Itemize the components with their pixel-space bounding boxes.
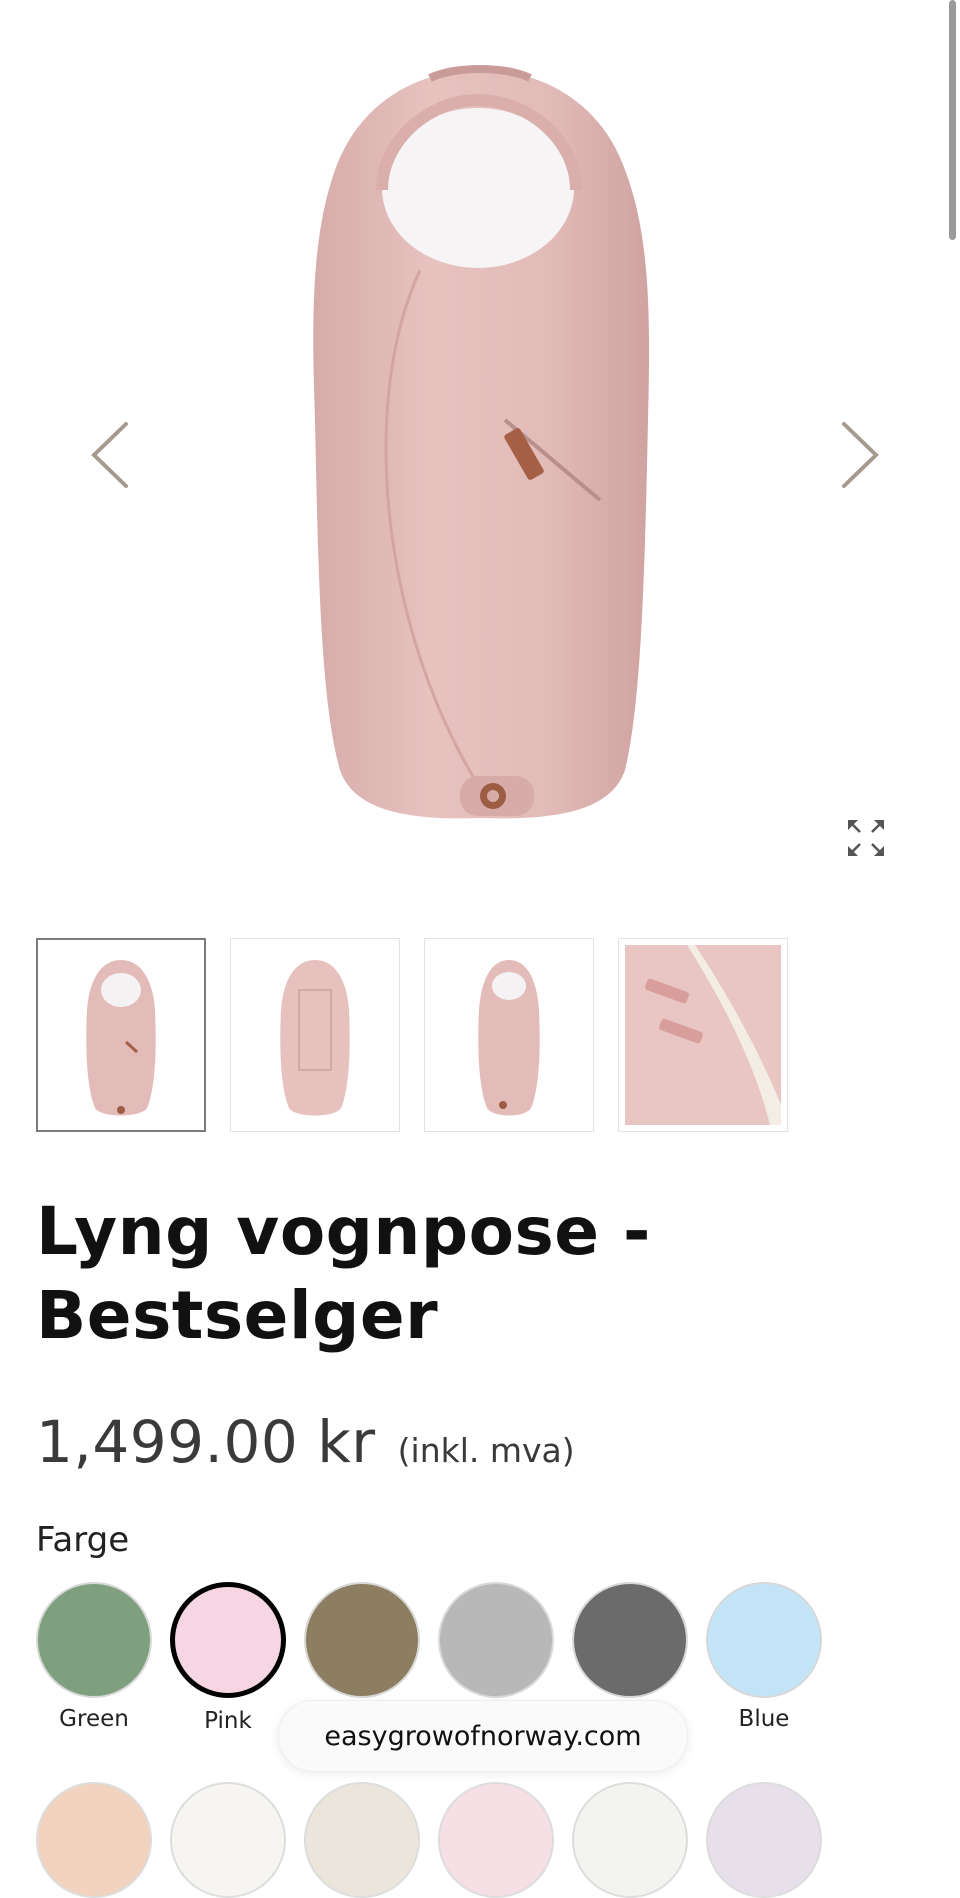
swatch-pattern[interactable] [438,1782,554,1898]
price-row: 1,499.00 kr (inkl. mva) [36,1408,575,1476]
product-title: Lyng vognpose - Bestselger [36,1193,651,1354]
color-option-label: Farge [36,1520,130,1560]
next-image-button[interactable] [830,410,890,500]
swatch-light-grey[interactable] [438,1582,554,1698]
swatch-pattern[interactable] [572,1782,688,1898]
swatch-brown[interactable] [304,1582,420,1698]
thumbnail-image [478,960,540,1116]
swatch-label: Pink [204,1708,252,1734]
thumbnail-image [86,960,156,1116]
fullscreen-button[interactable] [846,818,886,858]
expand-icon [848,820,884,856]
swatch-blue[interactable] [706,1582,822,1698]
swatch-label: Green [59,1706,129,1732]
browser-address-bar[interactable]: easygrowofnorway.com [278,1700,688,1772]
previous-image-button[interactable] [80,410,140,500]
swatch-green[interactable] [36,1582,152,1698]
thumbnail-image [280,960,350,1116]
product-image-gallery [0,0,960,900]
swatch-pattern[interactable] [170,1782,286,1898]
product-price: 1,499.00 kr [36,1408,376,1476]
swatch-dark-grey[interactable] [572,1582,688,1698]
thumbnail-strip [36,938,788,1132]
thumbnail-2[interactable] [230,938,400,1132]
vat-note: (inkl. mva) [397,1431,575,1470]
swatch-pattern[interactable] [706,1782,822,1898]
swatch-pattern[interactable] [304,1782,420,1898]
swatch-pattern[interactable] [36,1782,152,1898]
thumbnail-3[interactable] [424,938,594,1132]
thumbnail-4[interactable] [618,938,788,1132]
thumbnail-image [625,945,781,1125]
swatch-label: Blue [738,1706,790,1732]
main-product-image [313,65,650,819]
chevron-left-icon [91,422,128,488]
thumbnail-1[interactable] [36,938,206,1132]
chevron-right-icon [842,422,879,488]
swatch-pink[interactable] [170,1582,286,1698]
